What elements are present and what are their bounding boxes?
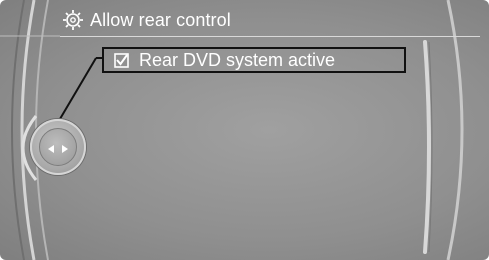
- page-title: Allow rear control: [90, 9, 231, 30]
- scrollbar[interactable]: [421, 40, 435, 254]
- title-divider: [60, 36, 480, 37]
- checkbox-checked-icon[interactable]: [114, 52, 129, 68]
- idrive-screen: Allow rear control Rear DVD system activ…: [0, 0, 489, 260]
- arrow-left-icon: [48, 145, 54, 153]
- settings-gear-icon: [63, 10, 83, 30]
- title-row: Allow rear control: [62, 8, 231, 32]
- idrive-controller: [30, 119, 86, 175]
- menu-item-rear-dvd-system[interactable]: Rear DVD system active: [102, 47, 406, 73]
- menu-item-label: Rear DVD system active: [139, 49, 336, 70]
- arrow-right-icon: [62, 145, 68, 153]
- controller-left-right-icon: [39, 128, 77, 166]
